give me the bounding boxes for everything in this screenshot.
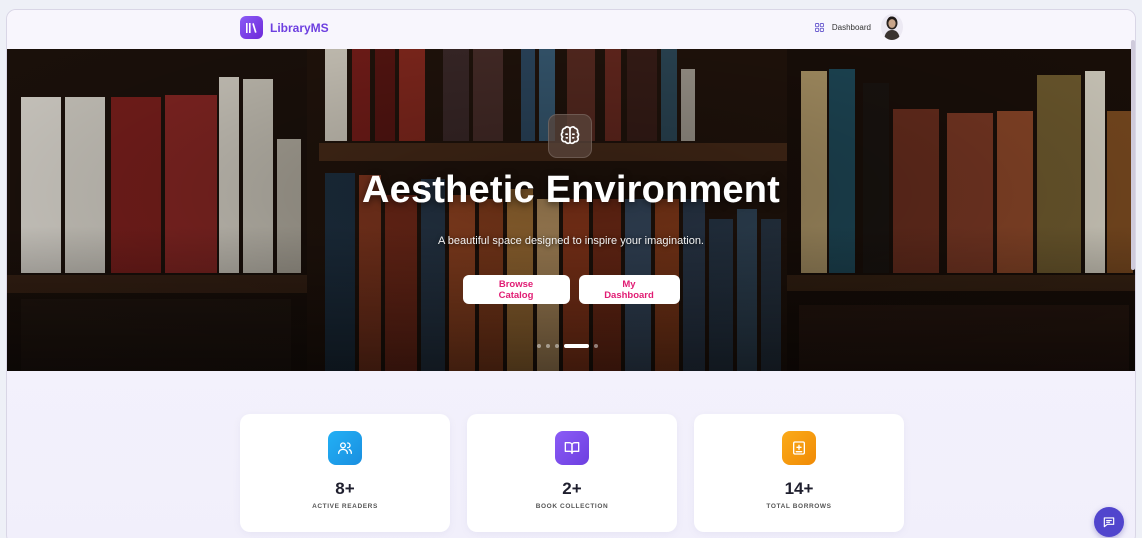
total-borrows-label: TOTAL BORROWS bbox=[766, 503, 832, 510]
chat-button[interactable] bbox=[1094, 507, 1124, 537]
browse-catalog-button[interactable]: Browse Catalog bbox=[462, 275, 570, 304]
chat-icon bbox=[1103, 517, 1115, 528]
active-readers-value: 8+ bbox=[335, 479, 355, 498]
hero-title: Aesthetic Environment bbox=[361, 169, 781, 211]
carousel-dot-4[interactable] bbox=[564, 344, 589, 348]
user-avatar[interactable] bbox=[881, 14, 903, 40]
book-collection-value: 2+ bbox=[562, 479, 582, 498]
hero-subtitle: A beautiful space designed to inspire yo… bbox=[437, 235, 704, 247]
brain-icon bbox=[548, 114, 592, 158]
book-collection-label: BOOK COLLECTION bbox=[535, 503, 609, 510]
users-icon bbox=[328, 431, 362, 465]
carousel-dot-2[interactable] bbox=[546, 344, 550, 348]
book-plus-icon bbox=[782, 431, 816, 465]
carousel-dot-5[interactable] bbox=[594, 344, 598, 348]
nav-dashboard-link[interactable]: Dashboard bbox=[814, 22, 871, 32]
hero-actions: Browse Catalog My Dashboard bbox=[7, 275, 1135, 304]
library-logo-icon bbox=[240, 16, 263, 39]
nav-right: Dashboard bbox=[814, 14, 903, 40]
total-borrows-value: 14+ bbox=[784, 479, 814, 498]
carousel-indicators bbox=[537, 344, 598, 348]
top-navbar: LibraryMS Dashboard bbox=[7, 10, 1135, 49]
page-scrollbar[interactable] bbox=[1131, 40, 1135, 270]
stat-card-active-readers: 8+ ACTIVE READERS bbox=[240, 414, 450, 532]
grid-icon bbox=[814, 22, 824, 32]
hero-carousel: Aesthetic Environment A beautiful space … bbox=[7, 49, 1135, 371]
stat-card-book-collection: 2+ BOOK COLLECTION bbox=[467, 414, 677, 532]
stat-card-total-borrows: 14+ TOTAL BORROWS bbox=[694, 414, 904, 532]
stats-section: 8+ ACTIVE READERS 2+ BOOK COLLECTION 14+… bbox=[240, 414, 904, 532]
carousel-dot-3[interactable] bbox=[555, 344, 559, 348]
active-readers-label: ACTIVE READERS bbox=[312, 503, 378, 510]
brand-name: LibraryMS bbox=[270, 20, 329, 35]
book-open-icon bbox=[555, 431, 589, 465]
my-dashboard-button[interactable]: My Dashboard bbox=[578, 275, 680, 304]
carousel-dot-1[interactable] bbox=[537, 344, 541, 348]
brand[interactable]: LibraryMS bbox=[240, 16, 329, 39]
nav-dashboard-label: Dashboard bbox=[831, 22, 871, 32]
browser-window: LibraryMS Dashboard Aesthetic Environmen… bbox=[6, 9, 1136, 538]
